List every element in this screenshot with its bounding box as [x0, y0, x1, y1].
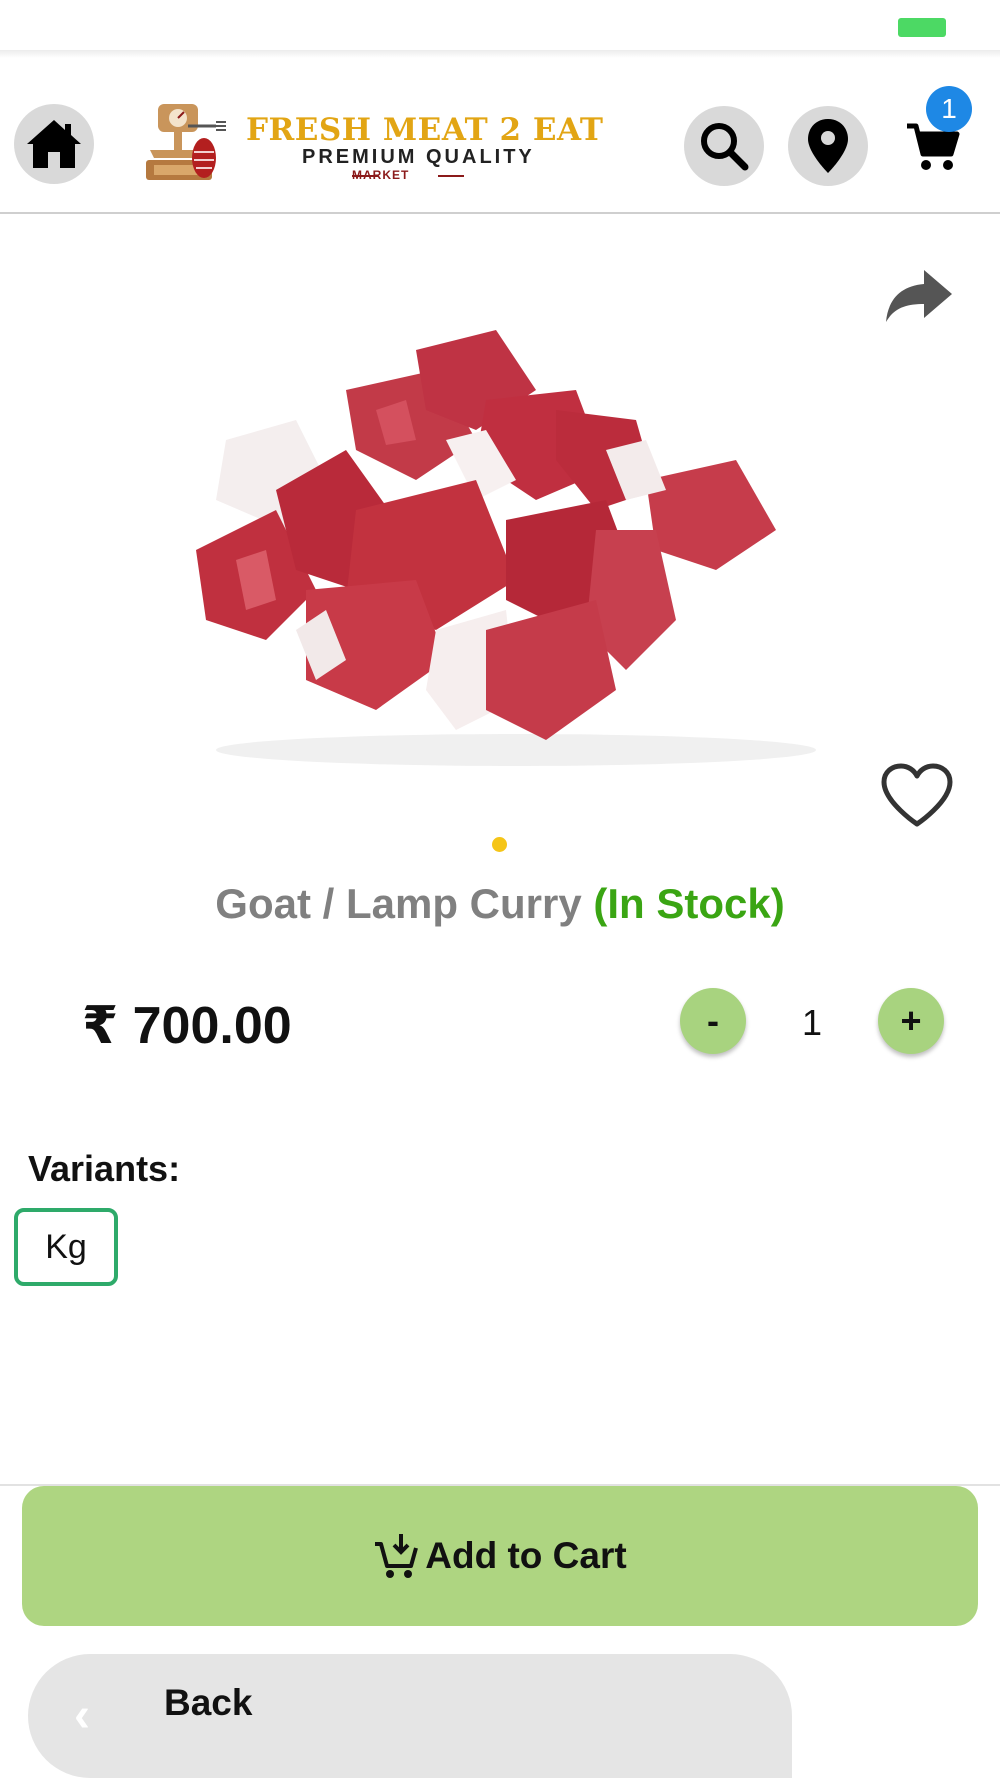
- logo-rule-right: [438, 175, 464, 177]
- logo-tag: MARKET: [352, 168, 410, 182]
- quantity-value: 1: [801, 1002, 823, 1043]
- battery-icon: [898, 18, 946, 37]
- back-button[interactable]: [28, 1654, 792, 1778]
- stock-status: (In Stock): [593, 880, 785, 927]
- logo-subtitle: PREMIUM QUALITY: [302, 146, 535, 168]
- cart-count-badge: 1: [926, 86, 972, 132]
- increase-quantity-button[interactable]: +: [878, 988, 944, 1054]
- product-image[interactable]: [176, 330, 856, 770]
- share-icon[interactable]: [884, 268, 954, 324]
- add-to-cart-label: Add to Cart: [425, 1535, 627, 1576]
- search-icon: [701, 123, 749, 171]
- product-price: ₹ 700.00: [82, 997, 292, 1055]
- search-button[interactable]: [684, 106, 764, 186]
- back-label: Back: [164, 1682, 253, 1723]
- add-to-cart-button[interactable]: Add to Cart: [22, 1486, 978, 1626]
- status-bar: [0, 0, 1000, 52]
- variants-label: Variants:: [28, 1148, 181, 1189]
- product-name: Goat / Lamp Curry: [215, 880, 582, 927]
- image-carousel-dot[interactable]: [492, 837, 507, 852]
- product-title: Goat / Lamp Curry (In Stock): [0, 880, 1000, 928]
- variant-option-kg[interactable]: Kg: [14, 1208, 118, 1286]
- add-cart-icon: [375, 1534, 419, 1578]
- back-chevron-icon: ‹: [74, 1689, 90, 1742]
- status-divider: [0, 50, 1000, 58]
- wishlist-heart-icon[interactable]: [880, 762, 954, 830]
- decrease-quantity-button[interactable]: -: [680, 988, 746, 1054]
- home-icon: [27, 120, 81, 168]
- home-button[interactable]: [14, 104, 94, 184]
- location-pin-icon: [808, 119, 848, 173]
- logo-title: FRESH MEAT 2 EAT: [246, 112, 604, 148]
- location-button[interactable]: [788, 106, 868, 186]
